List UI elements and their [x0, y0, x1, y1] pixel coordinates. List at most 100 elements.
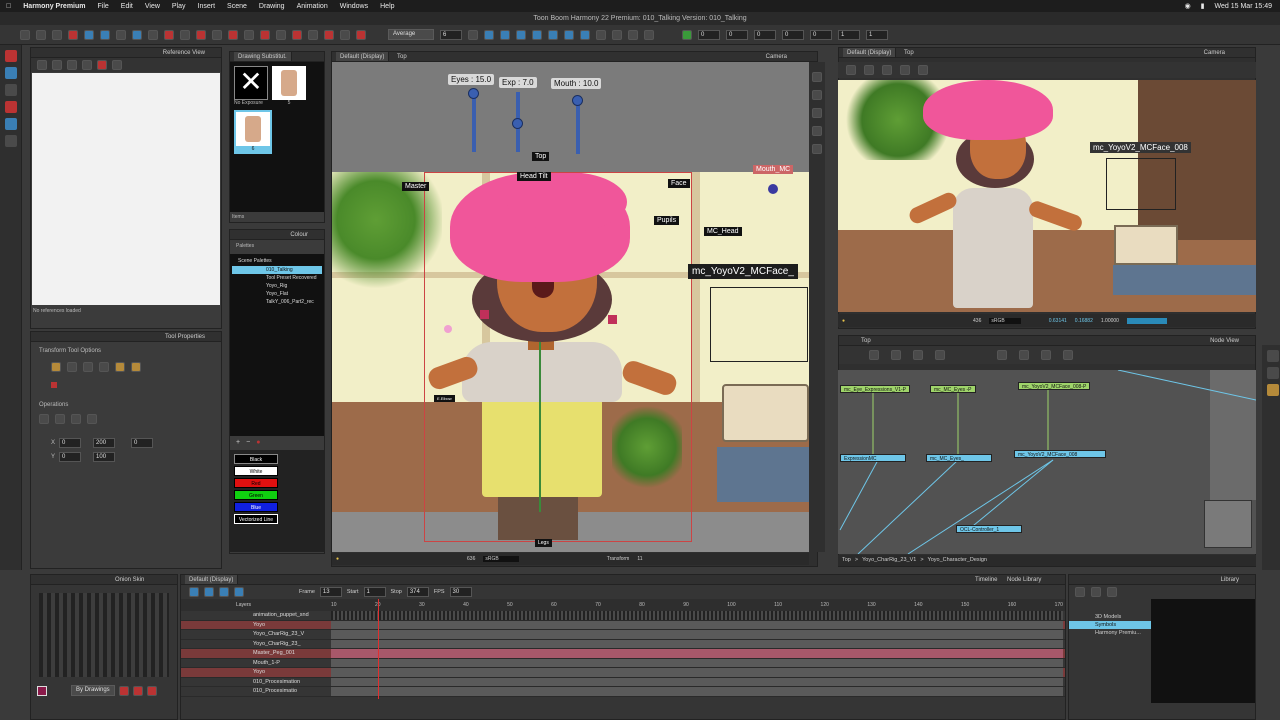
flip-horizontal-icon[interactable]: [39, 414, 49, 424]
layer-track[interactable]: [331, 677, 1063, 687]
y-field[interactable]: 0: [59, 452, 82, 462]
tab-node-library[interactable]: Node Library: [1007, 575, 1041, 585]
menu-play[interactable]: Play: [172, 3, 186, 10]
wifi-icon[interactable]: ◉: [1185, 2, 1191, 10]
bone-select-icon[interactable]: [131, 362, 141, 372]
exp-slider-handle[interactable]: [512, 118, 523, 129]
bone-icon[interactable]: [260, 29, 270, 40]
library-item-3d-models[interactable]: 3D Models: [1069, 613, 1151, 621]
flip-v-icon[interactable]: [548, 29, 558, 40]
mouth-slider-handle[interactable]: [572, 95, 583, 106]
field-3[interactable]: 0: [754, 29, 776, 40]
substitution-item-selected[interactable]: 6: [234, 110, 272, 154]
tool-eraser-icon[interactable]: [5, 101, 17, 113]
bone-handle[interactable]: [608, 315, 617, 324]
node-tool-4-icon[interactable]: [935, 350, 945, 360]
field-1[interactable]: 0: [698, 29, 720, 40]
align-icon[interactable]: [500, 29, 510, 40]
menu-scene[interactable]: Scene: [227, 3, 247, 10]
mc-face-tag[interactable]: mc_YoyoV2_MCFace_: [688, 264, 798, 279]
bone-handle[interactable]: [444, 325, 452, 333]
stop-field[interactable]: 374: [406, 587, 429, 597]
palette-item[interactable]: Tool Preset Recovered: [232, 274, 322, 282]
node-tool-8-icon[interactable]: [1063, 350, 1073, 360]
swatch-green[interactable]: Green: [234, 490, 278, 500]
lasso-icon[interactable]: [51, 362, 61, 372]
onion-reduce-icon[interactable]: [118, 685, 129, 696]
peg-icon[interactable]: [115, 362, 125, 372]
menu-file[interactable]: File: [98, 3, 109, 10]
layer-row[interactable]: Yoyo: [181, 668, 1065, 678]
layer-row[interactable]: Yoyo_CharRig_23_: [181, 639, 1065, 649]
menu-help[interactable]: Help: [380, 3, 394, 10]
menu-animation[interactable]: Animation: [297, 3, 328, 10]
swatch-menu-icon[interactable]: ●: [256, 439, 260, 447]
ref-delete-icon[interactable]: [82, 60, 92, 70]
tool-dropper-icon[interactable]: [5, 135, 17, 147]
rotate-icon[interactable]: [212, 29, 222, 40]
blend-value[interactable]: 6: [440, 29, 462, 40]
skew-icon[interactable]: [244, 29, 254, 40]
frame-field[interactable]: 13: [319, 587, 342, 597]
save-icon[interactable]: [52, 29, 62, 40]
onion-mode-select[interactable]: By Drawings: [71, 685, 115, 696]
paint-icon[interactable]: [132, 29, 142, 40]
library-preview[interactable]: [1151, 599, 1255, 703]
breadcrumb-design[interactable]: Yoyo_Character_Design: [928, 555, 987, 566]
zoom-tool-icon[interactable]: [324, 29, 334, 40]
tool-select-icon[interactable]: [5, 50, 17, 62]
scrub-icon[interactable]: [234, 587, 244, 597]
reset-view-icon[interactable]: [812, 72, 822, 82]
node-tool-3-icon[interactable]: [913, 350, 923, 360]
remove-swatch-icon[interactable]: −: [246, 439, 250, 447]
onion-icon[interactable]: [812, 108, 822, 118]
library-delete-icon[interactable]: [1107, 587, 1117, 597]
flip-vertical-icon[interactable]: [55, 414, 65, 424]
menu-view[interactable]: View: [145, 3, 160, 10]
magnet-icon[interactable]: [83, 362, 93, 372]
tool-pencil-icon[interactable]: [5, 84, 17, 96]
node-mc-face-p[interactable]: mc_YoyoV2_MCFace_008-P: [1018, 382, 1091, 390]
breadcrumb-top[interactable]: Top: [842, 555, 851, 566]
loop-icon[interactable]: [204, 587, 214, 597]
dock-1-icon[interactable]: [1267, 350, 1279, 362]
ref-save-icon[interactable]: [52, 60, 62, 70]
pupils-tag[interactable]: Pupils: [654, 216, 680, 225]
bone-handle[interactable]: [768, 184, 778, 194]
onion-add-icon[interactable]: [132, 685, 143, 696]
morph-icon[interactable]: [276, 29, 286, 40]
unlock-icon[interactable]: [612, 29, 622, 40]
select-icon[interactable]: [148, 29, 158, 40]
field-2[interactable]: 0: [726, 29, 748, 40]
ref-brush-icon[interactable]: [97, 60, 107, 70]
stage-color-space[interactable]: sRGB: [483, 556, 519, 562]
head-tilt-tag[interactable]: Head Tilt: [517, 172, 551, 181]
eyes-slider[interactable]: [472, 92, 476, 152]
camera-icon[interactable]: [812, 90, 822, 100]
menu-windows[interactable]: Windows: [340, 3, 368, 10]
node-mc-eyes[interactable]: mc_MC_Eyes_: [926, 454, 992, 462]
swatch-vectorized-line[interactable]: Vectorized Line: [234, 514, 278, 524]
onion-skin-sliders[interactable]: [39, 593, 169, 677]
app-menu[interactable]: Harmony Premium: [23, 3, 85, 10]
camera-mc-face-tag[interactable]: mc_YoyoV2_MCFace_008: [1090, 142, 1191, 153]
snap-icon[interactable]: [484, 29, 494, 40]
reference-canvas[interactable]: [32, 73, 220, 305]
eraser-icon[interactable]: [116, 29, 126, 40]
add-swatch-icon[interactable]: +: [236, 439, 240, 447]
legs-tag[interactable]: Legs: [535, 539, 552, 547]
lock-icon[interactable]: [596, 29, 606, 40]
contour-icon[interactable]: [180, 29, 190, 40]
node-tool-5-icon[interactable]: [997, 350, 1007, 360]
settings-icon[interactable]: [468, 29, 478, 40]
node-ocl-controller[interactable]: OCL-Controller_1: [956, 525, 1022, 533]
onion-reset-icon[interactable]: [146, 685, 157, 696]
layer-row[interactable]: Master_Peg_001: [181, 649, 1065, 659]
breadcrumb-rig[interactable]: Yoyo_CharRig_23_V1: [862, 555, 916, 566]
menu-edit[interactable]: Edit: [121, 3, 133, 10]
field-4[interactable]: 0: [782, 29, 804, 40]
rotate-ccw-icon[interactable]: [580, 29, 590, 40]
brush-icon[interactable]: [84, 29, 94, 40]
tool-brush-icon[interactable]: [5, 67, 17, 79]
library-item-harmony-premium[interactable]: Harmony Premiu...: [1069, 629, 1151, 637]
